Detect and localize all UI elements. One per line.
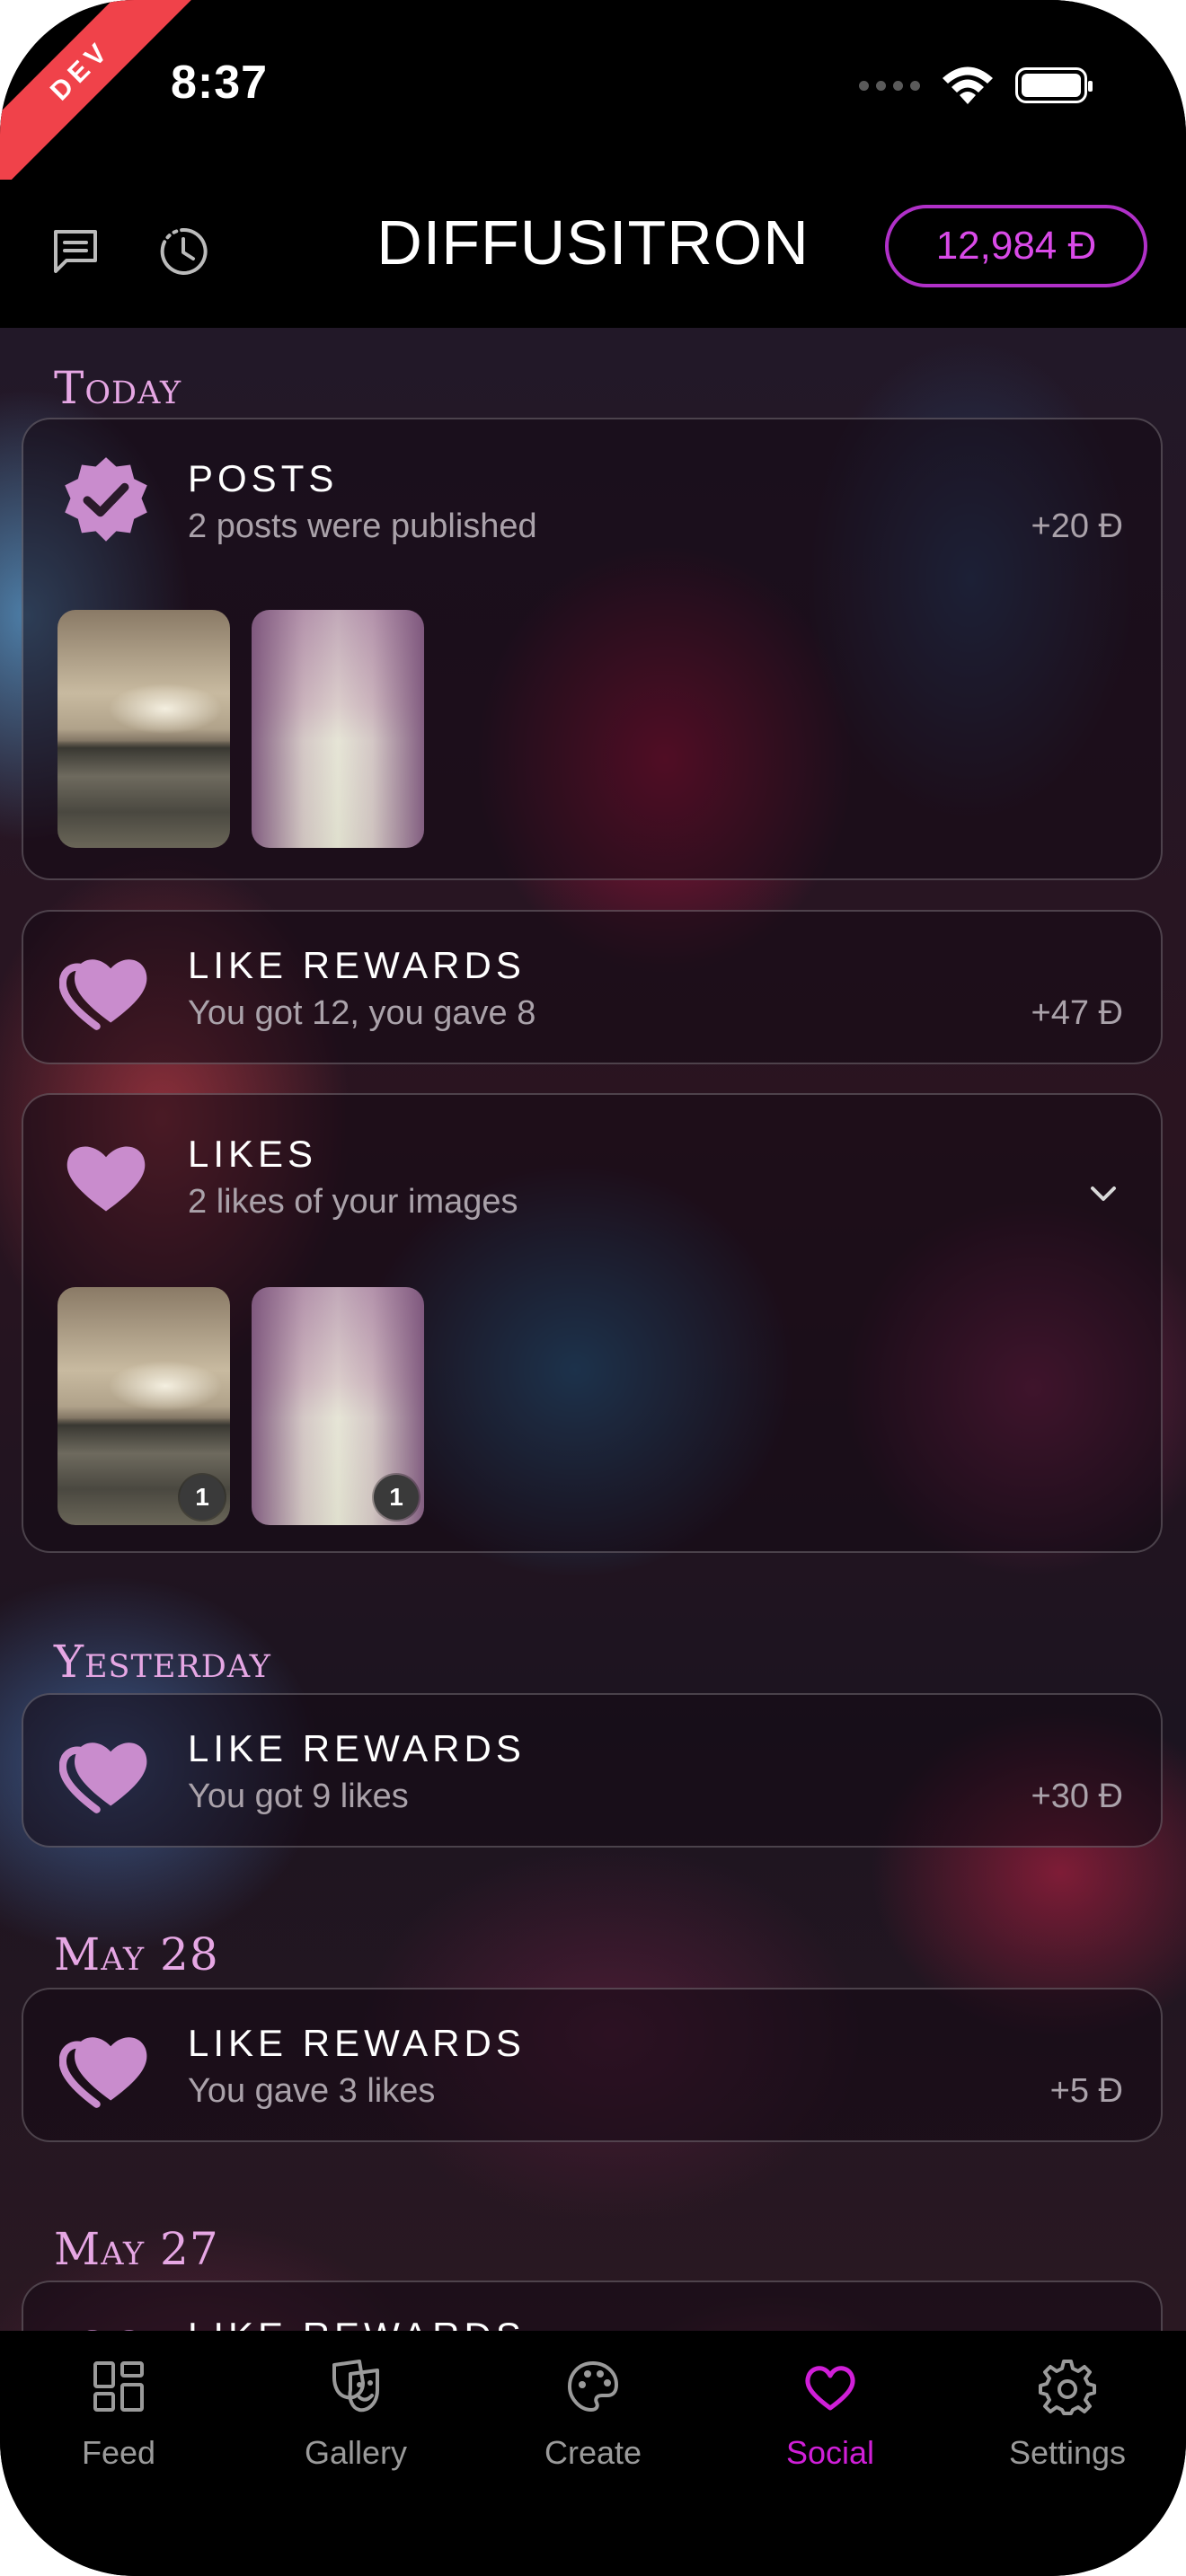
gallery-mask-icon: [332, 2360, 379, 2413]
phone-screen: 8:37 DEV DIFFUSITRON 12,984 Ð Today POST…: [0, 0, 1186, 2576]
card-subtitle: You got 9 likes: [188, 1778, 409, 1815]
tab-create[interactable]: Create: [474, 2331, 712, 2510]
card-title: LIKE REWARDS: [188, 1727, 526, 1769]
activity-card-like-rewards[interactable]: LIKE REWARDS: [22, 2280, 1163, 2331]
card-title: LIKE REWARDS: [188, 2022, 526, 2064]
tab-label: Create: [544, 2434, 642, 2471]
activity-card-like-rewards[interactable]: LIKE REWARDS You got 12, you gave 8 +47 …: [22, 910, 1163, 1064]
tab-gallery[interactable]: Gallery: [237, 2331, 474, 2510]
card-amount: +30 Ð: [1031, 1778, 1123, 1815]
chevron-down-icon[interactable]: [1087, 1178, 1120, 1210]
card-subtitle: 2 posts were published: [188, 507, 537, 545]
card-title: LIKE REWARDS: [188, 2315, 526, 2331]
post-thumbnail[interactable]: [58, 610, 230, 848]
double-heart-icon: [87, 2330, 134, 2331]
tab-feed[interactable]: Feed: [0, 2331, 237, 2510]
cellular-dots-icon: [859, 80, 920, 91]
activity-card-posts[interactable]: POSTS 2 posts were published +20 Ð: [22, 418, 1163, 880]
tab-bar: Feed Gallery Create Social Settings: [0, 2331, 1186, 2576]
post-thumbnail[interactable]: [252, 610, 424, 848]
card-title: POSTS: [188, 457, 339, 499]
card-subtitle: You got 12, you gave 8: [188, 994, 536, 1032]
like-count-badge: 1: [180, 1475, 225, 1520]
status-bar: 8:37: [0, 0, 1186, 180]
status-icons: [859, 65, 1093, 106]
battery-icon: [1015, 67, 1093, 103]
tab-label: Social: [785, 2434, 875, 2471]
card-amount: +47 Ð: [1031, 994, 1123, 1032]
activity-card-like-rewards[interactable]: LIKE REWARDS You got 9 likes +30 Ð: [22, 1693, 1163, 1848]
verified-badge-icon: [65, 457, 147, 542]
tab-label: Gallery: [304, 2434, 408, 2471]
card-amount: +20 Ð: [1031, 507, 1123, 545]
double-heart-icon: [59, 1742, 147, 1813]
card-amount: +5 Ð: [1049, 2072, 1123, 2110]
tab-settings[interactable]: Settings: [949, 2331, 1186, 2510]
balance-button[interactable]: 12,984 Ð: [885, 205, 1147, 287]
double-heart-icon: [59, 959, 147, 1030]
card-title: LIKE REWARDS: [188, 944, 526, 986]
heart-icon: [66, 1146, 146, 1212]
tab-social[interactable]: Social: [712, 2331, 949, 2510]
card-subtitle: You gave 3 likes: [188, 2072, 436, 2110]
card-title: LIKES: [188, 1133, 318, 1175]
card-subtitle: 2 likes of your images: [188, 1183, 518, 1221]
activity-card-like-rewards[interactable]: LIKE REWARDS You gave 3 likes +5 Ð: [22, 1988, 1163, 2142]
liked-image-thumbnail[interactable]: 1: [252, 1287, 424, 1525]
like-count-badge: 1: [374, 1475, 419, 1520]
section-label-may-28: May 28: [54, 1928, 219, 1981]
palette-icon: [567, 2360, 619, 2413]
feed-grid-icon: [93, 2361, 144, 2412]
liked-image-thumbnail[interactable]: 1: [58, 1287, 230, 1525]
activity-feed[interactable]: Today POSTS 2 posts were published +20 Ð…: [0, 328, 1186, 2331]
gear-icon: [1039, 2360, 1096, 2415]
heart-outline-icon: [805, 2366, 855, 2411]
section-label-today: Today: [54, 362, 182, 414]
status-time: 8:37: [171, 57, 269, 109]
section-label-may-27: May 27: [54, 2223, 219, 2275]
activity-card-likes[interactable]: LIKES 2 likes of your images 1 1: [22, 1093, 1163, 1553]
section-label-yesterday: Yesterday: [54, 1636, 271, 1688]
wifi-icon: [943, 66, 993, 104]
tab-label: Settings: [1008, 2434, 1127, 2471]
tab-label: Feed: [81, 2434, 156, 2471]
double-heart-icon: [59, 2037, 147, 2108]
